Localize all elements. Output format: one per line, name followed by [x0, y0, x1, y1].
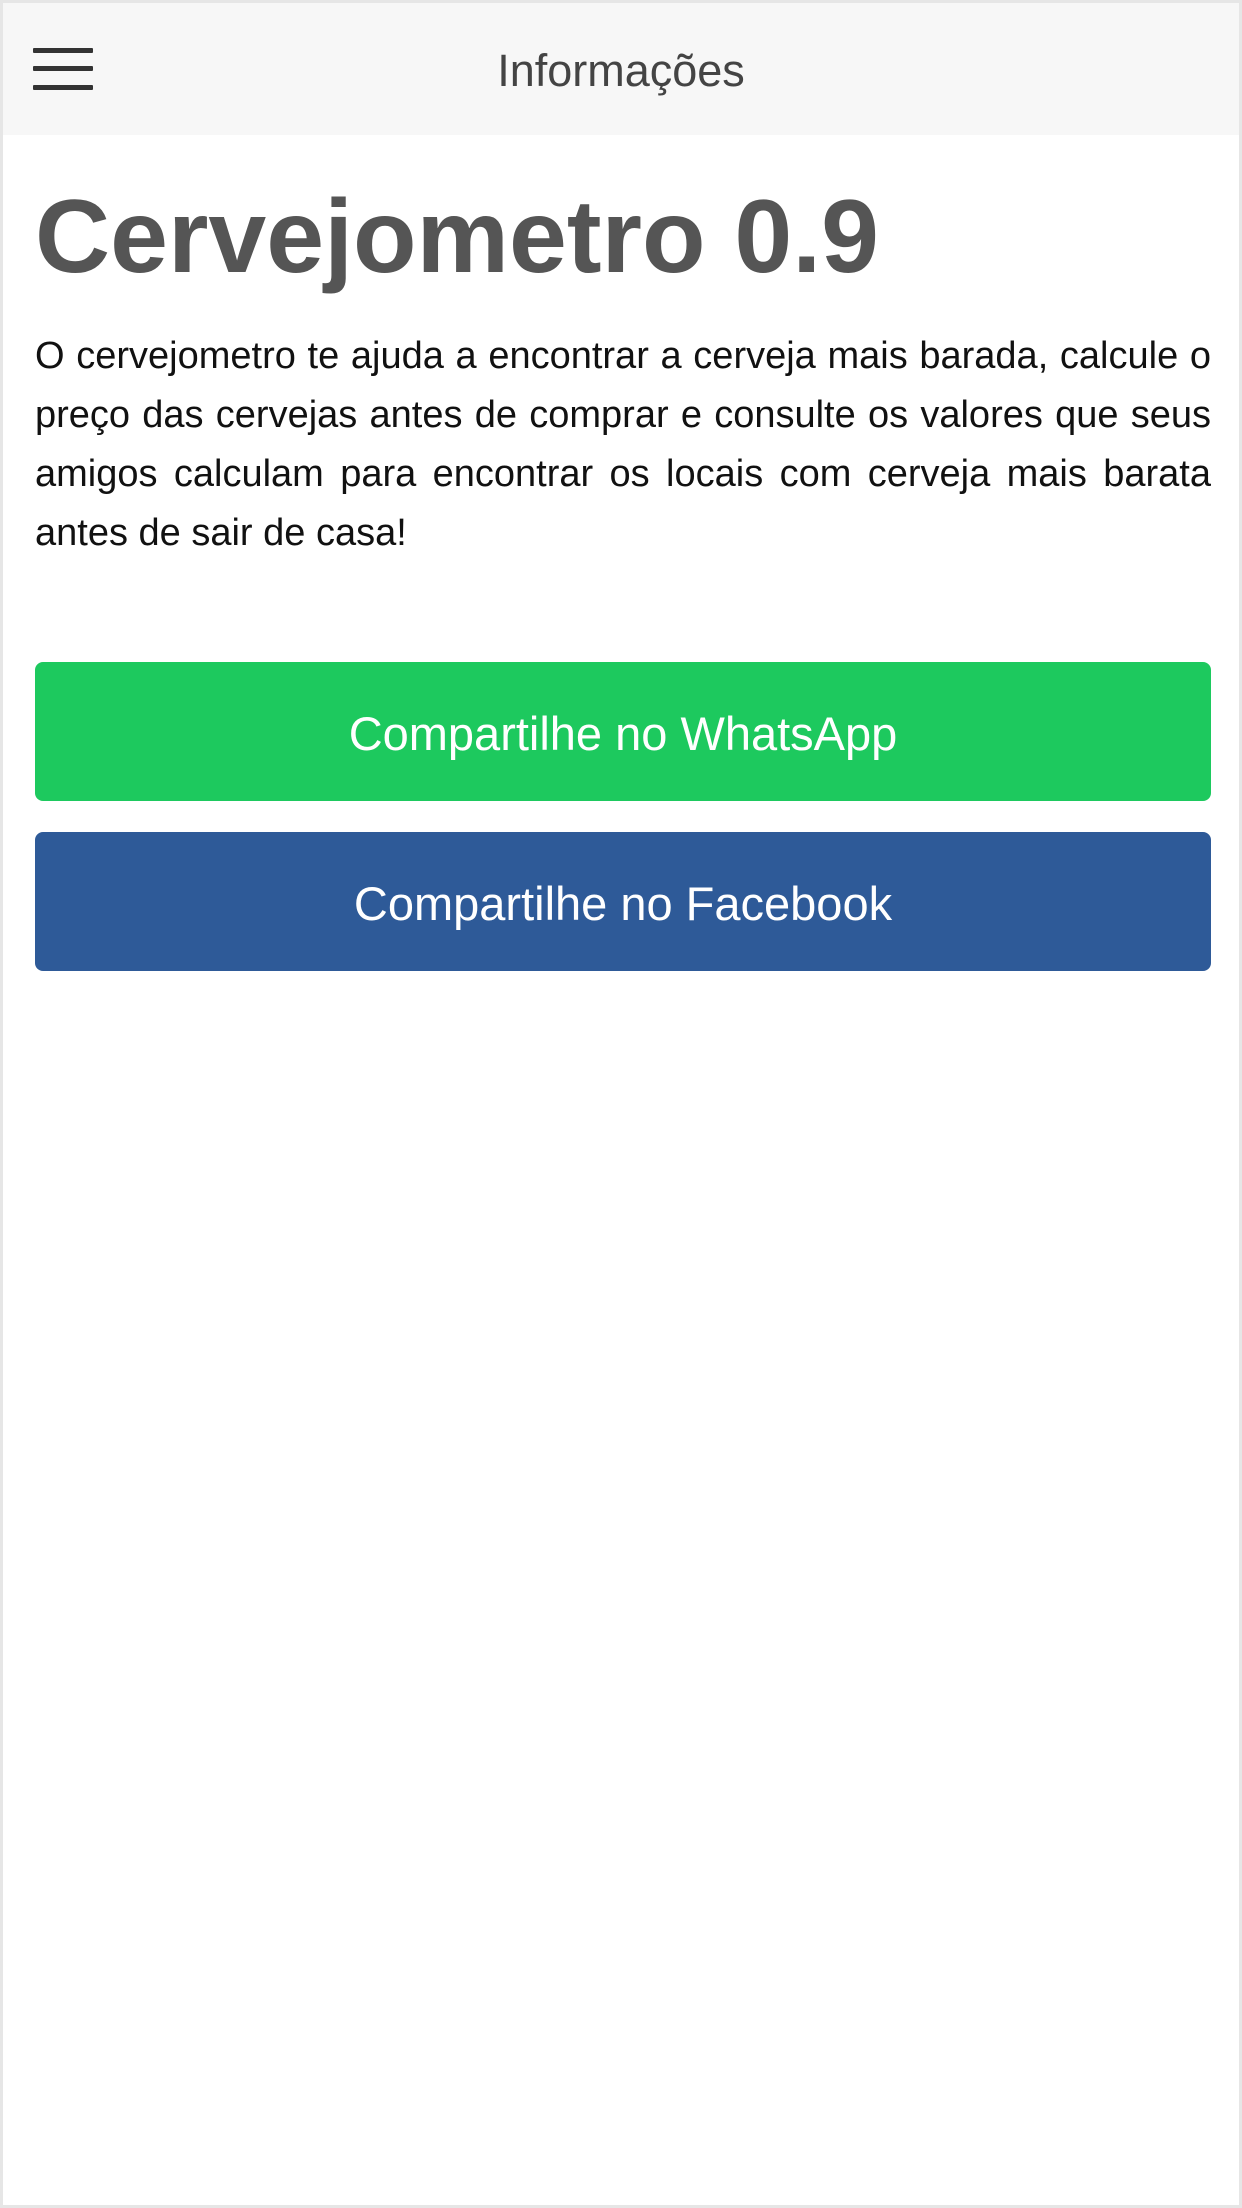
- app-description: O cervejometro te ajuda a encontrar a ce…: [35, 335, 1211, 554]
- navbar: Informações: [3, 3, 1239, 135]
- page-title: Informações: [497, 45, 745, 96]
- app-screen: Informações Cervejometro 0.9 O cervejome…: [0, 0, 1242, 2208]
- menu-line: [33, 48, 93, 53]
- hamburger-menu-icon[interactable]: [33, 45, 95, 95]
- main-content: Cervejometro 0.9 O cervejometro te ajuda…: [35, 135, 1211, 971]
- menu-line: [33, 85, 93, 90]
- app-title: Cervejometro 0.9: [35, 179, 879, 295]
- share-whatsapp-button[interactable]: Compartilhe no WhatsApp: [35, 662, 1211, 801]
- share-facebook-button[interactable]: Compartilhe no Facebook: [35, 832, 1211, 971]
- menu-line: [33, 66, 93, 71]
